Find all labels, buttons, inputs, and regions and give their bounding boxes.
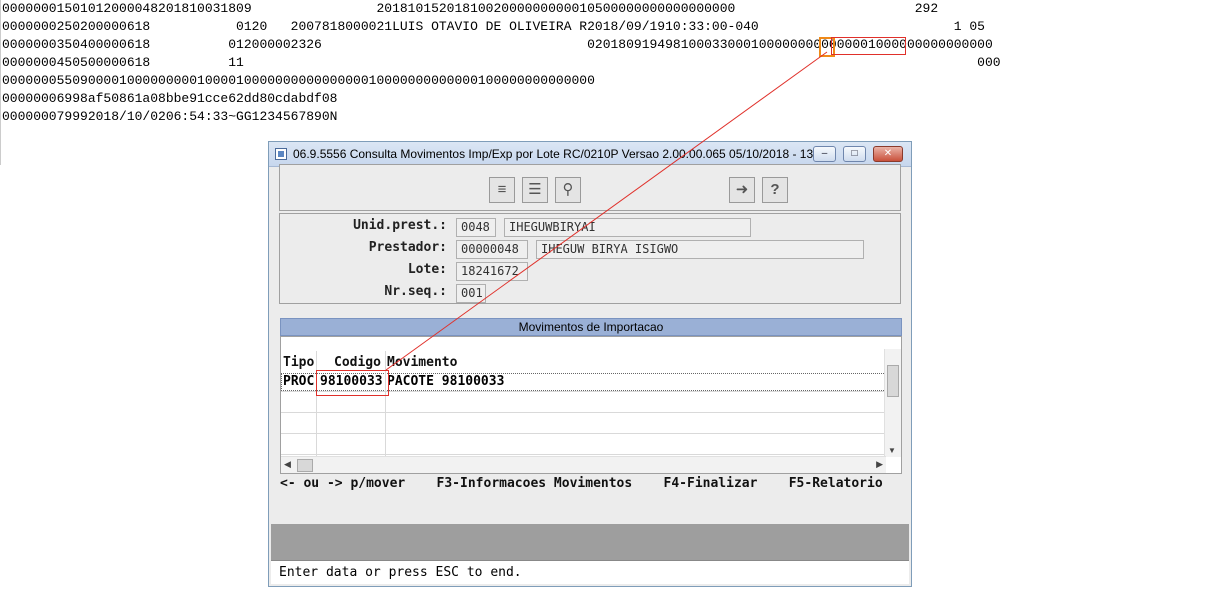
horizontal-scroll-thumb[interactable]: [297, 459, 313, 472]
form-panel: Unid.prest.: 0048 IHEGUWBIRYAI Prestador…: [279, 213, 901, 304]
app-icon: [275, 148, 287, 160]
search-icon[interactable]: ⚲: [555, 177, 581, 203]
restore-button[interactable]: □: [843, 146, 866, 162]
vertical-scrollbar[interactable]: ▼: [884, 349, 901, 457]
red-highlight-box-grid: [316, 370, 389, 396]
prestador-name-field: IHEGUW BIRYA ISIGWO: [536, 240, 864, 259]
unid-prest-label: Unid.prest.:: [353, 218, 447, 233]
cell-tipo: PROC: [283, 374, 315, 389]
bg-line-7: 000000079992018/10/0206:54:33~GG12345678…: [2, 109, 338, 124]
column-header-codigo[interactable]: Codigo: [334, 355, 381, 370]
column-header-tipo[interactable]: Tipo: [283, 355, 314, 370]
list-icon[interactable]: ☰: [522, 177, 548, 203]
bg-line-5: 0000000550900001000000000100001000000000…: [2, 73, 595, 88]
unid-prest-name-field: IHEGUWBIRYAI: [504, 218, 751, 237]
exit-icon[interactable]: ➜: [729, 177, 755, 203]
bg-line-6: 00000006998af50861a08bbe91cce62dd80cdabd…: [2, 91, 338, 106]
column-header-movimento[interactable]: Movimento: [387, 355, 457, 370]
help-icon[interactable]: ?: [762, 177, 788, 203]
row-divider: [281, 454, 886, 455]
prestador-label: Prestador:: [368, 240, 447, 255]
bg-line-4: 0000000450500000618 11 000: [2, 55, 1001, 70]
vertical-scroll-thumb[interactable]: [887, 365, 899, 397]
lote-field[interactable]: 18241672: [456, 262, 528, 281]
cell-movimento: PACOTE 98100033: [387, 374, 505, 389]
column-divider: [385, 351, 386, 459]
sort-icon[interactable]: ≡: [489, 177, 515, 203]
grid-title: Movimentos de Importacao: [280, 318, 902, 336]
nr-seq-label: Nr.seq.:: [384, 284, 447, 299]
status-bar: Enter data or press ESC to end.: [271, 560, 909, 584]
unid-prest-code-field[interactable]: 0048: [456, 218, 496, 237]
bg-line-2: 0000000250200000618 0120 2007818000021LU…: [2, 19, 985, 34]
row-divider: [281, 412, 886, 413]
minimize-button[interactable]: –: [813, 146, 836, 162]
horizontal-scrollbar[interactable]: ◀ ▶: [281, 456, 886, 473]
prestador-code-field[interactable]: 00000048: [456, 240, 528, 259]
consulta-movimentos-window: 06.9.5556 Consulta Movimentos Imp/Exp po…: [268, 141, 912, 587]
row-divider: [281, 433, 886, 434]
function-keys-hint: <- ou -> p/mover F3-Informacoes Moviment…: [280, 476, 883, 491]
background-divider: [0, 0, 1, 165]
nr-seq-field[interactable]: 001: [456, 284, 486, 303]
bg-line-1: 00000001501012000048201810031809 2018101…: [2, 1, 939, 16]
red-highlight-box-file: [831, 37, 906, 55]
message-area: [271, 524, 909, 560]
scroll-left-icon[interactable]: ◀: [284, 459, 291, 470]
movimentos-grid: Tipo Codigo Movimento PROC 98100033 PACO…: [280, 336, 902, 474]
scroll-down-icon[interactable]: ▼: [888, 446, 896, 455]
toolbar-panel: ≡ ☰ ⚲ ➜ ?: [279, 164, 901, 211]
column-divider: [316, 351, 317, 459]
close-button[interactable]: ✕: [873, 146, 903, 162]
window-title: 06.9.5556 Consulta Movimentos Imp/Exp po…: [293, 147, 830, 161]
lote-label: Lote:: [407, 262, 447, 277]
scroll-right-icon[interactable]: ▶: [876, 459, 883, 470]
